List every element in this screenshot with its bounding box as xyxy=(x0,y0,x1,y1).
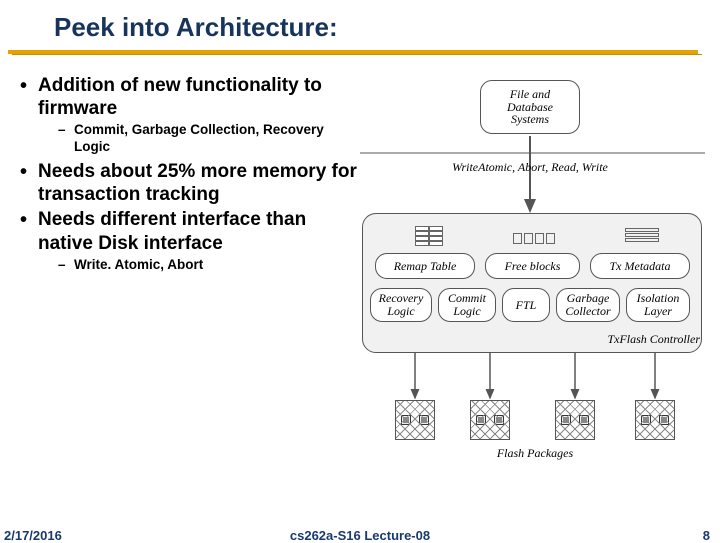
filedb-box: File andDatabaseSystems xyxy=(480,80,580,134)
freeblocks-box: Free blocks xyxy=(485,253,580,279)
bullet-2: Needs about 25% more memory for transact… xyxy=(18,160,358,206)
flash-pkg-3 xyxy=(555,400,595,440)
bullet-1: Addition of new functionality to firmwar… xyxy=(18,74,358,156)
interface-label: WriteAtomic, Abort, Read, Write xyxy=(395,160,665,175)
footer-course: cs262a-S16 Lecture-08 xyxy=(0,528,720,543)
bullet-content: Addition of new functionality to firmwar… xyxy=(18,74,358,278)
flash-pkg-1 xyxy=(395,400,435,440)
gc-box: GarbageCollector xyxy=(556,288,620,322)
flash-pkg-4 xyxy=(635,400,675,440)
bullet-1a: Commit, Garbage Collection, Recovery Log… xyxy=(38,122,358,156)
architecture-diagram: File andDatabaseSystems WriteAtomic, Abo… xyxy=(360,78,705,473)
title-underline-shadow xyxy=(12,54,702,55)
commit-box: CommitLogic xyxy=(438,288,496,322)
footer-page: 8 xyxy=(703,528,710,543)
slide-title: Peek into Architecture: xyxy=(54,12,338,43)
recovery-box: RecoveryLogic xyxy=(370,288,432,322)
bullet-3a: Write. Atomic, Abort xyxy=(38,257,358,274)
bullet-1-text: Addition of new functionality to firmwar… xyxy=(38,75,322,119)
isolation-box: IsolationLayer xyxy=(626,288,690,322)
ftl-box: FTL xyxy=(502,288,550,322)
flash-pkg-2 xyxy=(470,400,510,440)
txmeta-box: Tx Metadata xyxy=(590,253,690,279)
bullet-3-text: Needs different interface than native Di… xyxy=(38,209,306,253)
remap-box: Remap Table xyxy=(375,253,475,279)
bullet-3: Needs different interface than native Di… xyxy=(18,208,358,273)
remap-icon xyxy=(415,226,445,246)
flash-packages-label: Flash Packages xyxy=(485,446,585,461)
controller-label: TxFlash Controller xyxy=(560,332,700,347)
